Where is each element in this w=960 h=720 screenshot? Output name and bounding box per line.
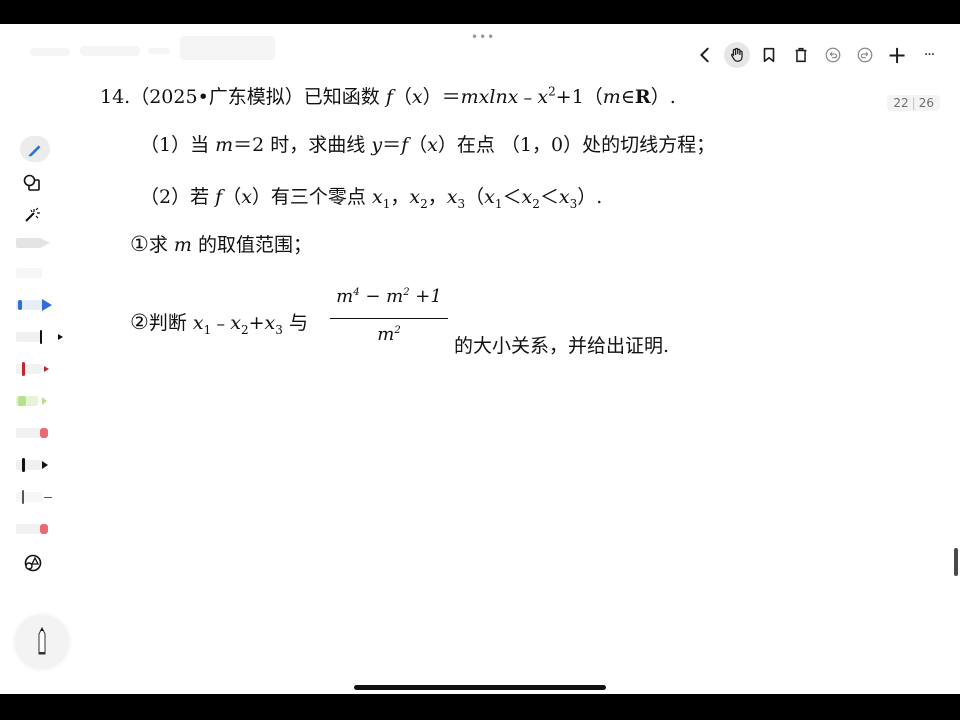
home-indicator[interactable] xyxy=(354,685,606,690)
part-1: （1）当 m＝2 时，求曲线 y＝f（x）在点 （1，0）处的切线方程； xyxy=(140,134,716,156)
bottom-black-bar xyxy=(0,694,960,720)
fraction-denominator: m2 xyxy=(377,324,401,345)
subpart-i: ①求 m 的取值范围； xyxy=(130,232,312,256)
fraction-expression: m4 − m2 +1 m2 xyxy=(330,286,448,356)
subpart-ii: ②判断 x1﹣x2+x3 与 xyxy=(130,310,308,337)
pdf-viewer-screen: ••• + ··· 22 | 26 14.（2025•广东模拟）已知函数 f（x… xyxy=(0,24,960,694)
problem-stem: 14.（2025•广东模拟）已知函数 f（x）＝mxlnx﹣x2+1（m∈R）. xyxy=(100,84,676,108)
pdf-page: 14.（2025•广东模拟）已知函数 f（x）＝mxlnx﹣x2+1（m∈R）.… xyxy=(0,24,960,694)
top-black-bar xyxy=(0,0,960,24)
fraction-numerator: m4 − m2 +1 xyxy=(336,286,442,307)
fraction-bar xyxy=(330,318,448,319)
subpart-ii-tail: 的大小关系，并给出证明. xyxy=(454,335,670,357)
part-2: （2）若 f（x）有三个零点 x1，x2，x3（x1＜x2＜x3）. xyxy=(140,186,603,211)
